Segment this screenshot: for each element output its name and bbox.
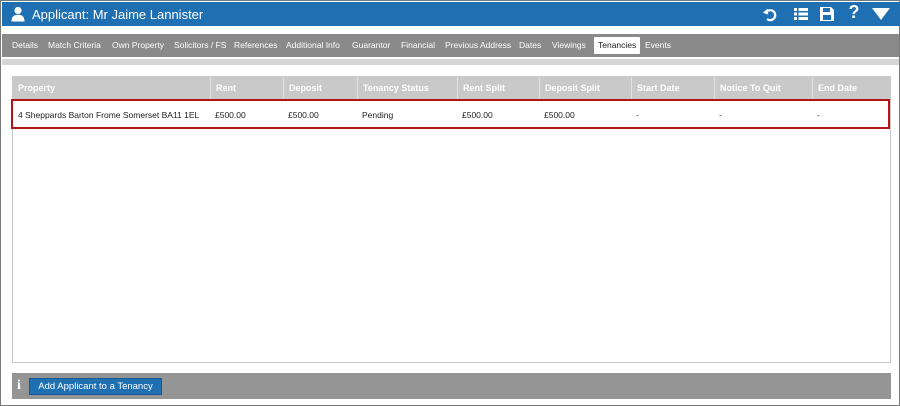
tab-tenancies[interactable]: Tenancies [594, 37, 641, 54]
cell-rent: £500.00 [215, 110, 246, 120]
add-applicant-to-tenancy-button[interactable]: Add Applicant to a Tenancy [29, 378, 162, 395]
column-deposit[interactable]: Deposit [283, 77, 357, 99]
cell-property: 4 Sheppards Barton Frome Somerset BA11 1… [18, 110, 200, 120]
save-icon[interactable] [817, 5, 837, 23]
tab-bar: Details Match Criteria Own Property Soli… [2, 34, 899, 57]
footer-bar: i Add Applicant to a Tenancy [12, 373, 891, 399]
list-icon[interactable] [791, 5, 811, 23]
tab-match-criteria[interactable]: Match Criteria [44, 37, 105, 54]
title-bar: Applicant: Mr Jaime Lannister ? [2, 2, 900, 26]
column-end-date[interactable]: End Date [812, 77, 890, 99]
column-start-date[interactable]: Start Date [631, 77, 714, 99]
table-row[interactable]: 4 Sheppards Barton Frome Somerset BA11 1… [13, 101, 890, 130]
applicant-window: Applicant: Mr Jaime Lannister ? Details … [0, 0, 900, 406]
tab-guarantor[interactable]: Guarantor [348, 37, 394, 54]
tab-dates[interactable]: Dates [515, 37, 545, 54]
cell-end-date: - [817, 110, 820, 120]
cell-rent-split: £500.00 [462, 110, 493, 120]
cell-tenancy-status: Pending [362, 110, 394, 120]
toolbar-strip [2, 59, 899, 65]
column-deposit-split[interactable]: Deposit Split [539, 77, 631, 99]
cell-deposit: £500.00 [288, 110, 319, 120]
tab-financial[interactable]: Financial [397, 37, 439, 54]
column-tenancy-status[interactable]: Tenancy Status [357, 77, 457, 99]
cell-start-date: - [636, 110, 639, 120]
help-icon[interactable]: ? [844, 2, 864, 22]
tab-previous-address[interactable]: Previous Address [441, 37, 515, 54]
tab-events[interactable]: Events [641, 37, 675, 54]
window-title: Applicant: Mr Jaime Lannister [32, 7, 204, 22]
tab-viewings[interactable]: Viewings [548, 37, 590, 54]
column-notice-to-quit[interactable]: Notice To Quit [714, 77, 812, 99]
undo-icon[interactable] [760, 5, 780, 23]
column-rent[interactable]: Rent [210, 77, 283, 99]
user-icon [11, 6, 25, 22]
cell-deposit-split: £500.00 [544, 110, 575, 120]
tab-details[interactable]: Details [8, 37, 42, 54]
column-rent-split[interactable]: Rent Split [457, 77, 539, 99]
info-icon: i [17, 378, 21, 393]
tab-solicitors-fs[interactable]: Solicitors / FS [170, 37, 230, 54]
menu-down-icon[interactable] [870, 5, 892, 23]
tab-own-property[interactable]: Own Property [108, 37, 168, 54]
tab-references[interactable]: References [230, 37, 281, 54]
tenancies-grid: Property Rent Deposit Tenancy Status Ren… [12, 76, 891, 363]
grid-header: Property Rent Deposit Tenancy Status Ren… [13, 77, 890, 99]
column-property[interactable]: Property [13, 77, 210, 99]
tab-additional-info[interactable]: Additional Info [282, 37, 344, 54]
cell-notice-to-quit: - [719, 110, 722, 120]
